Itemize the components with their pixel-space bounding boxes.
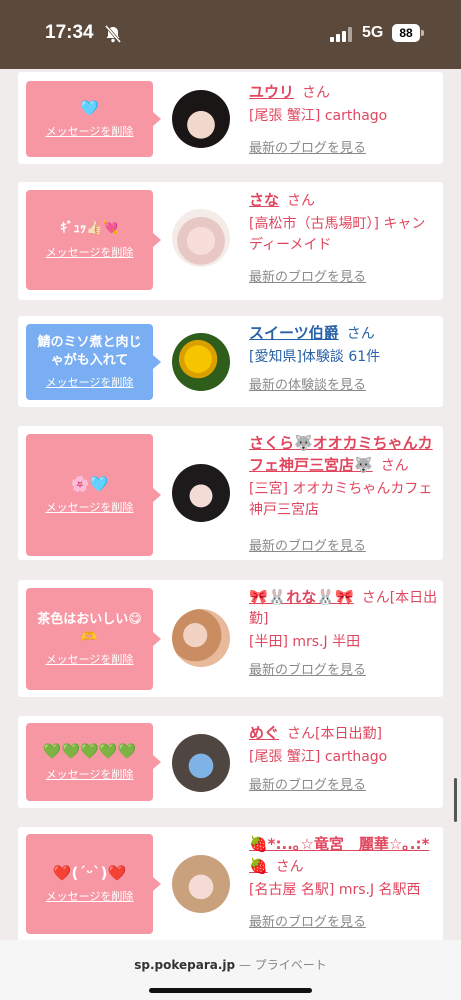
message-text: 🌸🩵 xyxy=(70,475,109,493)
shop-location: [名古屋 名駅] mrs.J 名駅西 xyxy=(249,882,421,898)
latest-blog-link[interactable]: 最新のブログを見る xyxy=(249,911,439,930)
delete-message-link[interactable]: メッセージを削除 xyxy=(46,888,134,904)
delete-message-link[interactable]: メッセージを削除 xyxy=(46,499,134,515)
message-bubble: 鯖のミソ煮と肉じゃがも入れて メッセージを削除 xyxy=(26,324,161,400)
list-item: 💚💚💚💚💚 メッセージを削除 めぐ さん[本日出勤] [尾張 蟹江] cartha… xyxy=(18,716,443,808)
list-item: ｷﾞｭｯ👍🏻💘 メッセージを削除 さな さん [高松市（古馬場町）] キャンディー… xyxy=(18,182,443,300)
battery-icon: 88 xyxy=(392,24,420,42)
shop-location: [尾張 蟹江] carthago xyxy=(249,749,388,765)
latest-blog-link[interactable]: 最新のブログを見る xyxy=(249,266,439,285)
latest-review-link[interactable]: 最新の体験談を見る xyxy=(249,374,439,393)
message-text: 茶色はおいしい😋🫶 xyxy=(37,612,142,645)
avatar[interactable] xyxy=(172,609,230,667)
message-text: ❤️(ˊᵕˋ)❤️ xyxy=(52,864,127,882)
message-bubble: 🩵 メッセージを削除 xyxy=(26,81,161,157)
bell-slash-icon xyxy=(104,25,122,43)
url-separator: — xyxy=(238,958,251,972)
message-text: 💚💚💚💚💚 xyxy=(42,742,137,760)
avatar[interactable] xyxy=(172,855,230,913)
message-text: 鯖のミソ煮と肉じゃがも入れて xyxy=(37,335,142,368)
profile-name-link[interactable]: めぐ xyxy=(249,724,279,742)
avatar[interactable] xyxy=(172,333,230,391)
avatar[interactable] xyxy=(172,209,230,267)
message-text: 🩵 xyxy=(80,99,99,117)
browser-address-bar[interactable]: sp.pokepara.jp — プライベート xyxy=(0,940,461,1000)
profile-info: スイーツ伯爵 さん [愛知県]体験談 61件 最新の体験談を見る xyxy=(249,323,439,393)
list-item: 🌸🩵 メッセージを削除 さくら🐺オオカミちゃんカフェ神戸三宮店🐺 さん [三宮] … xyxy=(18,426,443,560)
list-item: 茶色はおいしい😋🫶 メッセージを削除 🎀🐰れな🐰🎀 さん[本日出勤] [半田] m… xyxy=(18,580,443,697)
honorific: さん xyxy=(275,859,304,875)
network-label: 5G xyxy=(362,24,384,41)
honorific: さん xyxy=(380,458,409,474)
shop-location: [半田] mrs.J 半田 xyxy=(249,634,361,650)
message-bubble: ❤️(ˊᵕˋ)❤️ メッセージを削除 xyxy=(26,834,161,934)
avatar[interactable] xyxy=(172,90,230,148)
list-item: 🩵 メッセージを削除 ユウリ さん [尾張 蟹江] carthago 最新のブログ… xyxy=(18,72,443,164)
status-time: 17:34 xyxy=(45,22,94,43)
message-text: ｷﾞｭｯ👍🏻💘 xyxy=(60,221,119,236)
profile-info: さくら🐺オオカミちゃんカフェ神戸三宮店🐺 さん [三宮] オオカミちゃんカフェ神戸… xyxy=(249,433,439,554)
profile-info: 🍓*:..｡☆竜宮 麗華☆｡.:*🍓 さん [名古屋 名駅] mrs.J 名駅西 … xyxy=(249,834,439,930)
profile-info: 🎀🐰れな🐰🎀 さん[本日出勤] [半田] mrs.J 半田 最新のブログを見る xyxy=(249,587,439,678)
message-bubble: ｷﾞｭｯ👍🏻💘 メッセージを削除 xyxy=(26,190,161,290)
latest-blog-link[interactable]: 最新のブログを見る xyxy=(249,137,439,156)
delete-message-link[interactable]: メッセージを削除 xyxy=(46,766,134,782)
delete-message-link[interactable]: メッセージを削除 xyxy=(46,651,134,667)
honorific: さん xyxy=(346,326,375,342)
latest-blog-link[interactable]: 最新のブログを見る xyxy=(249,659,439,678)
shop-location: [高松市（古馬場町）] キャンディーメイド xyxy=(249,216,426,253)
latest-blog-link[interactable]: 最新のブログを見る xyxy=(249,774,439,793)
profile-info: さな さん [高松市（古馬場町）] キャンディーメイド 最新のブログを見る xyxy=(249,190,439,285)
profile-name-link[interactable]: スイーツ伯爵 xyxy=(249,324,339,342)
avatar[interactable] xyxy=(172,734,230,792)
honorific: さん[本日出勤] xyxy=(287,726,382,742)
profile-name-link[interactable]: 🎀🐰れな🐰🎀 xyxy=(249,588,354,606)
honorific: さん xyxy=(287,193,316,209)
profile-name-link[interactable]: ユウリ xyxy=(249,83,294,101)
avatar[interactable] xyxy=(172,464,230,522)
url-display[interactable]: sp.pokepara.jp — プライベート xyxy=(0,956,461,973)
private-mode-label: プライベート xyxy=(254,958,327,972)
scrollbar[interactable] xyxy=(454,778,457,822)
list-item: ❤️(ˊᵕˋ)❤️ メッセージを削除 🍓*:..｡☆竜宮 麗華☆｡.:*🍓 さん … xyxy=(18,827,443,940)
honorific: さん xyxy=(302,85,331,101)
latest-blog-link[interactable]: 最新のブログを見る xyxy=(249,535,439,554)
signal-icon xyxy=(330,27,354,42)
profile-info: ユウリ さん [尾張 蟹江] carthago 最新のブログを見る xyxy=(249,82,439,156)
list-item: 鯖のミソ煮と肉じゃがも入れて メッセージを削除 スイーツ伯爵 さん [愛知県]体験… xyxy=(18,316,443,407)
profile-info: めぐ さん[本日出勤] [尾張 蟹江] carthago 最新のブログを見る xyxy=(249,723,439,793)
message-bubble: 🌸🩵 メッセージを削除 xyxy=(26,434,161,556)
delete-message-link[interactable]: メッセージを削除 xyxy=(46,374,134,390)
message-bubble: 💚💚💚💚💚 メッセージを削除 xyxy=(26,723,161,801)
delete-message-link[interactable]: メッセージを削除 xyxy=(46,123,134,139)
url-domain: sp.pokepara.jp xyxy=(134,958,236,972)
shop-location: [三宮] オオカミちゃんカフェ神戸三宮店 xyxy=(249,481,433,518)
delete-message-link[interactable]: メッセージを削除 xyxy=(46,244,134,260)
experience-count: [愛知県]体験談 61件 xyxy=(249,349,381,365)
profile-name-link[interactable]: さな xyxy=(249,191,279,209)
status-bar: 17:34 5G 88 xyxy=(0,0,461,69)
message-bubble: 茶色はおいしい😋🫶 メッセージを削除 xyxy=(26,588,161,690)
shop-location: [尾張 蟹江] carthago xyxy=(249,108,388,124)
home-indicator[interactable] xyxy=(149,988,312,993)
battery-tip xyxy=(421,30,424,36)
favorites-list[interactable]: 🩵 メッセージを削除 ユウリ さん [尾張 蟹江] carthago 最新のブログ… xyxy=(0,69,461,940)
